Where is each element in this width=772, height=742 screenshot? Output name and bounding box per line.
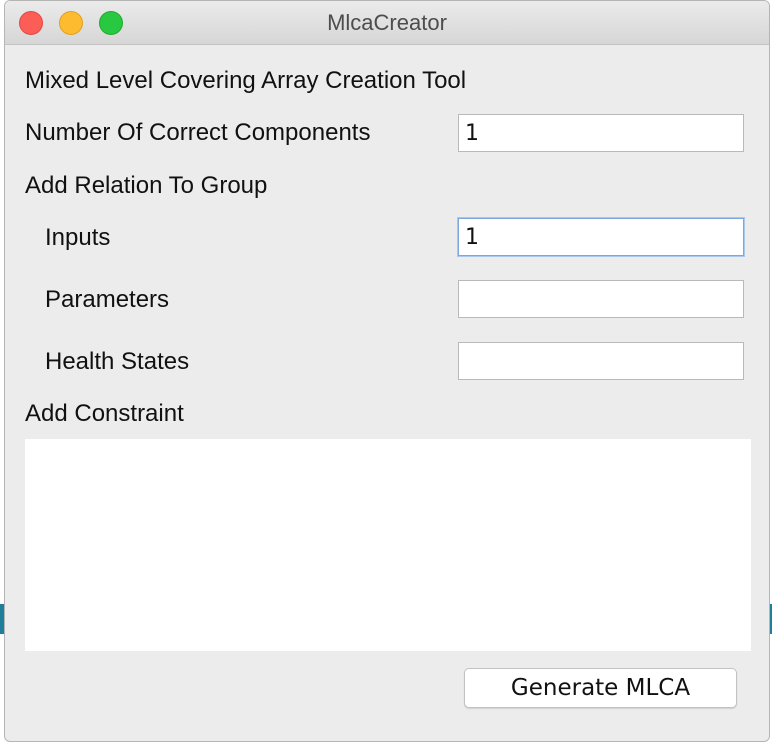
parameters-label: Parameters <box>45 286 170 313</box>
correct-components-input[interactable] <box>458 114 744 152</box>
health-states-field[interactable] <box>458 342 744 380</box>
constraint-text-area[interactable] <box>25 439 751 651</box>
health-states-label: Health States <box>45 348 190 375</box>
generate-mlca-button[interactable]: Generate MLCA <box>464 668 737 708</box>
inputs-label: Inputs <box>45 224 111 251</box>
mlca-creator-window: MlcaCreator Mixed Level Covering Array C… <box>4 0 770 742</box>
constraint-heading: Add Constraint <box>25 400 184 427</box>
inputs-field[interactable] <box>458 218 744 256</box>
parameters-field[interactable] <box>458 280 744 318</box>
relation-group-heading: Add Relation To Group <box>25 172 268 199</box>
correct-components-label: Number Of Correct Components <box>25 119 371 146</box>
tool-heading: Mixed Level Covering Array Creation Tool <box>25 67 467 94</box>
window-title: MlcaCreator <box>327 10 447 35</box>
title-bar: MlcaCreator <box>5 1 769 45</box>
